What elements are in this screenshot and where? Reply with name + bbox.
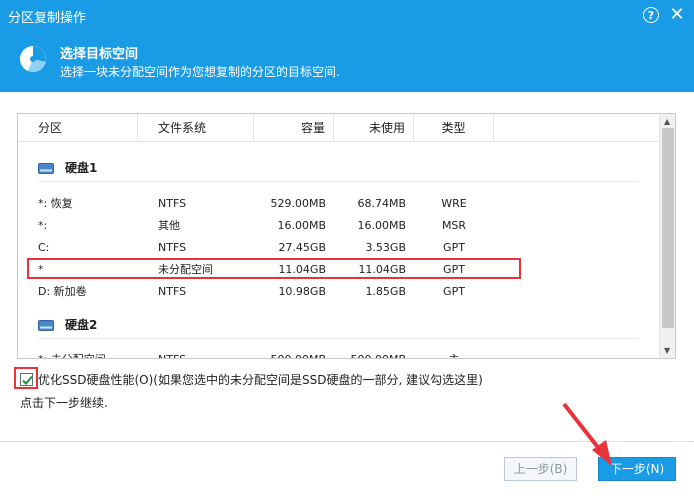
cell-partition: D: 新加卷 — [38, 285, 87, 298]
cell-filesystem: NTFS — [158, 350, 186, 358]
cell-capacity: 529.00MB — [270, 197, 326, 210]
close-icon: ✕ — [669, 4, 685, 25]
cell-capacity: 16.00MB — [277, 219, 326, 232]
table-row[interactable]: *: 恢复 NTFS 529.00MB 68.74MB WRE — [18, 194, 659, 214]
cell-filesystem: NTFS — [158, 285, 187, 298]
disk-label: 硬盘1 — [65, 161, 98, 175]
cell-unused: 1.85GB — [365, 285, 406, 298]
cell-type: GPT — [443, 263, 465, 276]
hard-disk-icon — [38, 163, 54, 174]
cell-filesystem: NTFS — [158, 241, 187, 254]
table-header: 分区 文件系统 容量 未使用 类型 — [18, 114, 659, 142]
page-subtitle: 选择一块未分配空间作为您想复制的分区的目标空间. — [60, 65, 340, 79]
disk-label: 硬盘2 — [65, 318, 98, 332]
cell-unused: 16.00MB — [357, 219, 406, 232]
title-bar: 分区复制操作 ? ✕ — [0, 0, 694, 30]
page-title: 选择目标空间 — [60, 47, 139, 62]
divider — [38, 338, 638, 339]
cell-type: GPT — [443, 241, 465, 254]
hint-text: 点击下一步继续. — [20, 396, 108, 410]
footer-divider — [0, 441, 694, 442]
scroll-down-icon[interactable]: ▼ — [664, 346, 670, 355]
cell-capacity: 27.45GB — [278, 241, 326, 254]
table-row[interactable]: *: 未分配空间 NTFS 500.00MB 500.00MB 主 — [18, 350, 659, 358]
optimize-ssd-label[interactable]: 优化SSD硬盘性能(O)(如果您选中的未分配空间是SSD硬盘的一部分, 建议勾选… — [38, 371, 483, 388]
cell-partition: *: 恢复 — [38, 197, 73, 210]
window-title: 分区复制操作 — [8, 11, 87, 26]
vertical-scrollbar[interactable]: ▲ ▼ — [659, 114, 675, 358]
table-row[interactable]: *: 其他 16.00MB 16.00MB MSR — [18, 216, 659, 236]
cell-partition: *: — [38, 219, 48, 232]
close-button[interactable]: ✕ — [666, 4, 688, 26]
cell-capacity: 11.04GB — [278, 263, 326, 276]
cell-capacity: 10.98GB — [278, 285, 326, 298]
back-button[interactable]: 上一步(B) — [504, 457, 577, 481]
cell-type: GPT — [443, 285, 465, 298]
cell-filesystem: NTFS — [158, 197, 187, 210]
column-header-capacity[interactable]: 容量 — [254, 114, 334, 142]
scrollbar-thumb[interactable] — [662, 128, 674, 328]
cell-partition: * — [38, 263, 44, 276]
cell-unused: 500.00MB — [334, 350, 406, 358]
column-header-partition[interactable]: 分区 — [18, 114, 138, 142]
partition-logo-icon — [20, 46, 46, 72]
table-row[interactable]: C: NTFS 27.45GB 3.53GB GPT — [18, 238, 659, 258]
cell-filesystem: 其他 — [158, 219, 180, 232]
cell-type: MSR — [441, 219, 467, 232]
cell-type: 主 — [414, 350, 494, 358]
cell-filesystem: 未分配空间 — [158, 263, 213, 276]
column-header-filesystem[interactable]: 文件系统 — [138, 114, 254, 142]
partition-table: 分区 文件系统 容量 未使用 类型 硬盘1 *: 恢复 NTFS 529.00M… — [17, 113, 676, 359]
cell-unused: 3.53GB — [365, 241, 406, 254]
help-icon: ? — [643, 7, 659, 23]
optimize-ssd-checkbox[interactable] — [20, 372, 33, 386]
column-header-type[interactable]: 类型 — [414, 114, 494, 142]
cell-unused: 68.74MB — [357, 197, 406, 210]
next-button[interactable]: 下一步(N) — [598, 457, 676, 481]
scroll-up-icon[interactable]: ▲ — [664, 117, 670, 126]
cell-type: WRE — [441, 197, 467, 210]
cell-unused: 11.04GB — [358, 263, 406, 276]
checkmark-icon — [22, 375, 33, 385]
help-button[interactable]: ? — [640, 4, 662, 26]
cell-partition: *: 未分配空间 — [38, 350, 106, 358]
optimize-ssd-option[interactable]: 优化SSD硬盘性能(O)(如果您选中的未分配空间是SSD硬盘的一部分, 建议勾选… — [20, 371, 483, 387]
column-header-unused[interactable]: 未使用 — [334, 114, 414, 142]
cell-partition: C: — [38, 241, 50, 254]
divider — [38, 181, 638, 182]
header-banner: 选择目标空间 选择一块未分配空间作为您想复制的分区的目标空间. — [0, 30, 694, 92]
table-row-selected[interactable]: * 未分配空间 11.04GB 11.04GB GPT — [18, 260, 659, 280]
hard-disk-icon — [38, 320, 54, 331]
cell-capacity: 500.00MB — [254, 350, 326, 358]
table-row[interactable]: D: 新加卷 NTFS 10.98GB 1.85GB GPT — [18, 282, 659, 302]
